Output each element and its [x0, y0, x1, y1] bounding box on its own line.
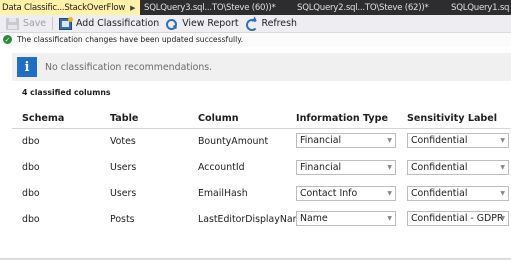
chevron-down-icon: ▼ [387, 215, 392, 222]
cell-column: AccountId [198, 162, 245, 173]
classified-columns-count: 4 classified columns [22, 88, 111, 97]
tab-sqlquery3[interactable]: SQLQuery3.sql...TO\Steve (60))* [142, 0, 292, 15]
information-type-dropdown[interactable]: Name ▼ [296, 211, 396, 226]
cell-column: BountyAmount [198, 136, 269, 147]
refresh-icon [245, 18, 258, 31]
header-sensitivity-label: Sensitivity Label [407, 113, 498, 124]
cell-schema: dbo [22, 188, 40, 199]
dropdown-value: Financial [300, 162, 342, 173]
recommendations-message: No classification recommendations. [45, 61, 213, 73]
recommendations-banner: i No classification recommendations. [12, 53, 511, 81]
chevron-down-icon: ▼ [387, 190, 392, 197]
sensitivity-label-dropdown[interactable]: Confidential - GDPR ▼ [407, 211, 509, 226]
dropdown-value: Name [300, 213, 328, 224]
refresh-label: Refresh [261, 18, 297, 29]
dropdown-value: Confidential [411, 135, 468, 146]
chevron-down-icon: ▼ [387, 164, 392, 171]
tab-label: SQLQuery3.sql...TO\Steve (60))* [144, 2, 276, 13]
sensitivity-label-dropdown[interactable]: Confidential ▼ [407, 186, 509, 201]
dropdown-value: Contact Info [300, 188, 358, 199]
status-bar: ✓ The classification changes have been u… [0, 33, 511, 46]
cell-table: Posts [110, 214, 135, 225]
cell-table: Users [110, 188, 137, 199]
tab-label: SQLQuery1.sq [451, 2, 510, 13]
sensitivity-label-dropdown[interactable]: Confidential ▼ [407, 133, 509, 148]
add-classification-icon [59, 16, 74, 30]
header-column: Column [198, 113, 239, 124]
cell-column: LastEditorDisplayName [198, 214, 308, 225]
information-type-dropdown[interactable]: Contact Info ▼ [296, 186, 396, 201]
information-type-dropdown[interactable]: Financial ▼ [296, 160, 396, 175]
cell-schema: dbo [22, 214, 40, 225]
sensitivity-label-dropdown[interactable]: Confidential ▼ [407, 160, 509, 175]
tab-label: Data Classific...StackOverFlow [2, 2, 126, 13]
cell-column: EmailHash [198, 188, 248, 199]
document-tab-strip: Data Classific...StackOverFlow ▶ ✕ SQLQu… [0, 0, 511, 15]
save-label: Save [23, 18, 47, 29]
toolbar: Save Add Classification View Report Refr… [0, 15, 511, 33]
dropdown-value: Confidential [411, 188, 468, 199]
chevron-down-icon: ▼ [387, 137, 392, 144]
left-edge [0, 46, 2, 260]
dropdown-value: Financial [300, 135, 342, 146]
pin-icon[interactable]: ▶ [130, 4, 135, 12]
dropdown-value: Confidential [411, 162, 468, 173]
chevron-down-icon: ▼ [500, 190, 505, 197]
refresh-button[interactable]: Refresh [242, 16, 300, 32]
view-report-icon [165, 18, 178, 30]
info-icon: i [17, 57, 37, 77]
add-classification-label: Add Classification [76, 18, 160, 29]
cell-table: Votes [110, 136, 136, 147]
dropdown-value: Confidential - GDPR [411, 213, 504, 224]
close-icon[interactable]: ✕ [139, 3, 140, 13]
header-information-type: Information Type [296, 113, 389, 124]
tab-data-classification[interactable]: Data Classific...StackOverFlow ▶ ✕ [0, 0, 140, 15]
chevron-down-icon: ▼ [500, 164, 505, 171]
save-button[interactable]: Save [3, 16, 49, 32]
header-table: Table [110, 113, 139, 124]
success-check-icon: ✓ [3, 35, 12, 44]
chevron-down-icon: ▼ [500, 215, 505, 222]
tab-sqlquery2[interactable]: SQLQuery2.sql...TO\Steve (62))* [295, 0, 443, 15]
information-type-dropdown[interactable]: Financial ▼ [296, 133, 396, 148]
toolbar-separator [52, 17, 54, 30]
header-divider [12, 128, 511, 129]
view-report-label: View Report [182, 18, 239, 29]
cell-table: Users [110, 162, 137, 173]
header-schema: Schema [22, 113, 65, 124]
view-report-button[interactable]: View Report [162, 16, 241, 32]
save-icon [6, 17, 19, 30]
cell-schema: dbo [22, 162, 40, 173]
status-message: The classification changes have been upd… [17, 35, 244, 44]
chevron-down-icon: ▼ [500, 137, 505, 144]
tab-sqlquery1[interactable]: SQLQuery1.sq [449, 0, 511, 15]
add-classification-button[interactable]: Add Classification [56, 16, 162, 32]
cell-schema: dbo [22, 136, 40, 147]
tab-label: SQLQuery2.sql...TO\Steve (62))* [297, 2, 429, 13]
